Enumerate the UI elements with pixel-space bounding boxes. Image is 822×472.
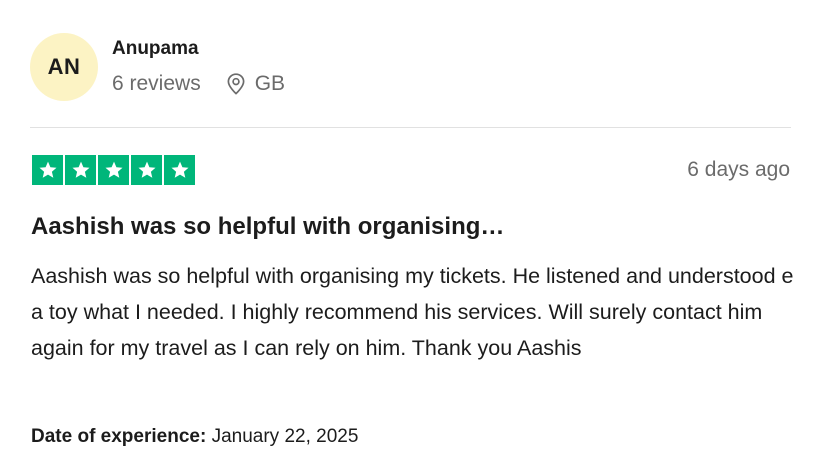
reviewer-meta: 6 reviews GB <box>112 71 285 97</box>
experience-date: January 22, 2025 <box>211 426 359 447</box>
review-card: AN Anupama 6 reviews GB 6 days ago Aashi… <box>0 0 822 472</box>
reviews-count: 6 reviews <box>112 72 201 95</box>
star-rating <box>32 155 195 185</box>
divider <box>30 127 791 128</box>
avatar[interactable]: AN <box>30 33 98 101</box>
experience-label: Date of experience: <box>31 426 207 447</box>
reviewer-location: GB <box>227 71 285 97</box>
date-of-experience: Date of experience: January 22, 2025 <box>31 424 358 450</box>
review-body: Aashish was so helpful with organising m… <box>31 264 794 360</box>
star-icon <box>131 155 162 185</box>
location-pin-icon <box>227 73 245 95</box>
star-icon <box>32 155 63 185</box>
star-icon <box>98 155 129 185</box>
review-date: 6 days ago <box>687 158 790 181</box>
reviewer-name[interactable]: Anupama <box>112 37 285 61</box>
reviewer-info: Anupama 6 reviews GB <box>112 37 285 97</box>
star-icon <box>65 155 96 185</box>
reviewer-country: GB <box>254 72 286 95</box>
reviewer-header: AN Anupama 6 reviews GB <box>30 33 285 101</box>
review-title[interactable]: Aashish was so helpful with organising… <box>31 212 504 242</box>
star-icon <box>164 155 195 185</box>
